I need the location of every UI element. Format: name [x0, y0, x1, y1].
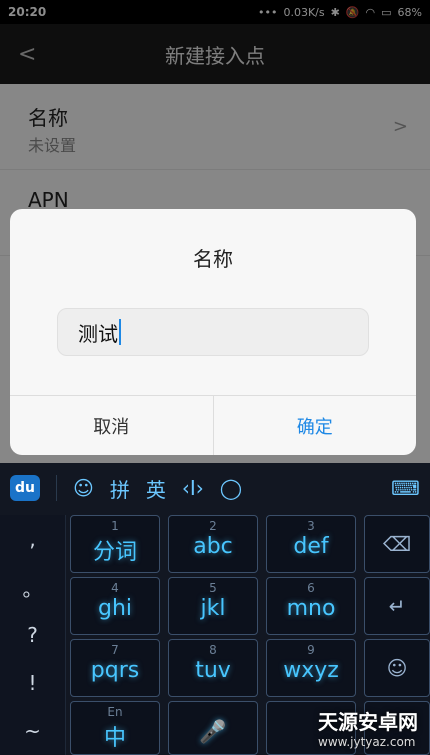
punct-key-tilde[interactable]: ~: [0, 707, 65, 755]
emoji-icon[interactable]: ☺: [73, 476, 94, 500]
t9-key-7[interactable]: 7 pqrs: [70, 639, 160, 697]
key-number: 9: [307, 643, 315, 657]
key-number: 5: [209, 581, 217, 595]
punctuation-column: , 。 ? ! ~: [0, 515, 66, 755]
punct-key-period[interactable]: 。: [0, 563, 65, 611]
t9-key-5[interactable]: 5 jkl: [168, 577, 258, 635]
keyboard-hide-icon[interactable]: ⌨: [391, 476, 420, 500]
key-label: def: [293, 534, 329, 559]
cursor-move-icon[interactable]: ‹I›: [182, 476, 204, 500]
key-label: pqrs: [90, 658, 140, 683]
t9-key-9[interactable]: 9 wxyz: [266, 639, 356, 697]
key-sub-label: En: [107, 705, 123, 719]
name-dialog: 名称 测试 取消 确定: [10, 209, 416, 455]
smiley-icon: ☺: [386, 656, 408, 680]
enter-icon: ↵: [388, 594, 406, 618]
toolbar-divider: [56, 475, 57, 501]
t9-key-3[interactable]: 3 def: [266, 515, 356, 573]
watermark: 天源安卓网 www.jytyaz.com: [318, 706, 418, 749]
t9-key-6[interactable]: 6 mno: [266, 577, 356, 635]
key-label: ghi: [97, 596, 133, 621]
enter-key[interactable]: ↵: [364, 577, 430, 635]
dialog-title: 名称: [193, 247, 233, 271]
text-caret: [119, 319, 121, 345]
watermark-text: 天源安卓网: [318, 710, 418, 734]
cancel-button[interactable]: 取消: [10, 396, 214, 455]
watermark-url: www.jytyaz.com: [318, 735, 416, 749]
t9-key-4[interactable]: 4 ghi: [70, 577, 160, 635]
emoji-key[interactable]: ☺: [364, 639, 430, 697]
punct-key-question[interactable]: ?: [0, 611, 65, 659]
english-mode-button[interactable]: 英: [146, 474, 166, 503]
key-label: abc: [193, 534, 233, 559]
pinyin-mode-button[interactable]: 拼: [110, 474, 130, 503]
backspace-icon: ⌫: [382, 532, 412, 556]
search-icon[interactable]: ◯: [220, 476, 242, 500]
key-number: 4: [111, 581, 119, 595]
voice-key[interactable]: 🎤: [168, 701, 258, 755]
backspace-key[interactable]: ⌫: [364, 515, 430, 573]
punct-key-exclaim[interactable]: !: [0, 659, 65, 707]
key-label: mno: [286, 596, 336, 621]
punct-key-comma[interactable]: ,: [0, 515, 65, 563]
input-value: 测试: [78, 321, 118, 346]
t9-key-2[interactable]: 2 abc: [168, 515, 258, 573]
key-number: 7: [111, 643, 119, 657]
lang-switch-key[interactable]: En 中: [70, 701, 160, 755]
keyboard-toolbar: du ☺ 拼 英 ‹I› ◯ ⌨: [0, 463, 430, 513]
soft-keyboard: du ☺ 拼 英 ‹I› ◯ ⌨ , 。 ? ! ~ 1 分词 2 abc 3 …: [0, 463, 430, 755]
key-number: 6: [307, 581, 315, 595]
du-logo-icon[interactable]: du: [10, 475, 40, 501]
dialog-actions: 取消 确定: [10, 395, 416, 455]
t9-key-1[interactable]: 1 分词: [70, 515, 160, 573]
key-label: wxyz: [283, 658, 339, 683]
microphone-icon: 🎤: [199, 720, 227, 745]
key-label: 中: [103, 726, 126, 751]
t9-grid: 1 分词 2 abc 3 def 4 ghi 5 jkl 6 mno 7 pqr…: [70, 515, 360, 755]
key-number: 8: [209, 643, 217, 657]
key-number: 3: [307, 519, 315, 533]
key-number: 2: [209, 519, 217, 533]
confirm-button[interactable]: 确定: [214, 396, 417, 455]
t9-key-8[interactable]: 8 tuv: [168, 639, 258, 697]
name-input-field[interactable]: 测试: [57, 308, 369, 356]
key-label: jkl: [200, 596, 226, 621]
key-label: 分词: [92, 540, 137, 565]
key-number: 1: [111, 519, 119, 533]
key-label: tuv: [195, 658, 231, 683]
